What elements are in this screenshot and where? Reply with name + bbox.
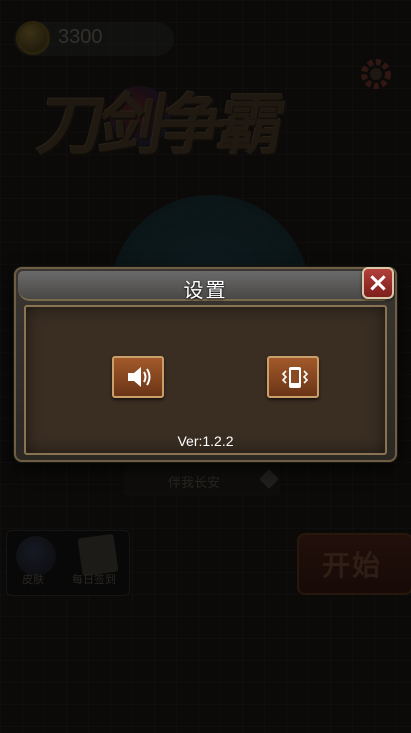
speaker-icon <box>128 367 151 387</box>
version-label: Ver:1.2.2 <box>177 433 234 449</box>
close-icon: × <box>367 268 389 298</box>
phone-vibrate-icon <box>281 367 309 388</box>
close-button[interactable]: × <box>362 267 394 299</box>
dialog-title: 设置 <box>183 278 228 302</box>
vibrate-toggle-button[interactable] <box>267 356 319 398</box>
dialog-header: 设置 <box>18 271 393 302</box>
settings-dialog: 设置 × Ver:1.2.2 <box>14 267 397 462</box>
sound-toggle-button[interactable] <box>112 356 164 398</box>
dialog-body: Ver:1.2.2 <box>24 305 387 455</box>
